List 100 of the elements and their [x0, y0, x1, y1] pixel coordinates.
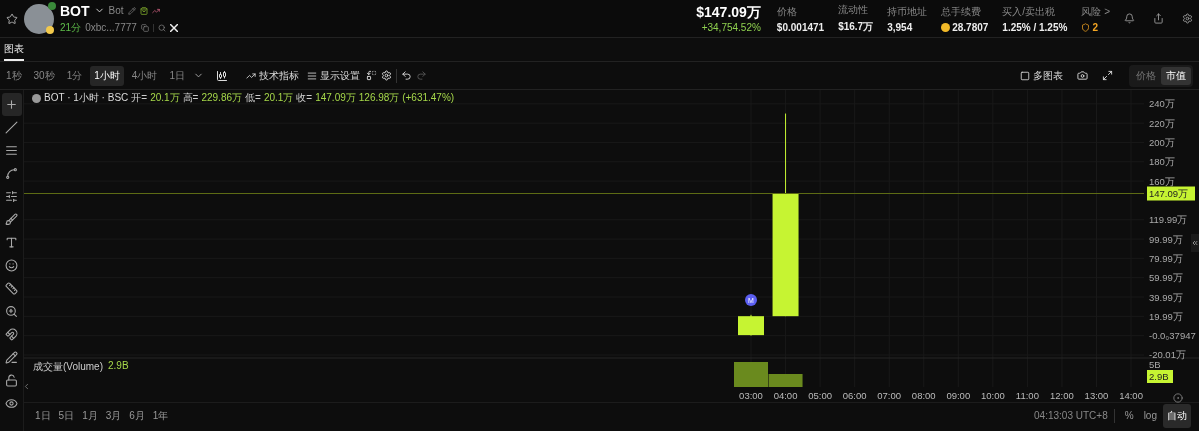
- collapse-button[interactable]: [1191, 234, 1199, 252]
- stat-label: 总手续费: [941, 4, 983, 19]
- time-label: 03:00: [739, 390, 763, 401]
- token-name: Bot: [108, 5, 124, 16]
- axis-label: 180万: [1149, 156, 1175, 168]
- token-avatar: [32, 93, 41, 103]
- interval-button[interactable]: 1分: [62, 65, 87, 86]
- time-label: 05:00: [808, 390, 832, 401]
- interval-button[interactable]: 1小时: [90, 65, 124, 86]
- target-icon[interactable]: [1173, 393, 1183, 403]
- interval-button[interactable]: 4小时: [127, 65, 162, 86]
- legend-value: 20.1万: [263, 91, 294, 105]
- time-label: 13:00: [1084, 390, 1109, 401]
- stat-value: 1.25% / 1.25%: [1002, 21, 1068, 33]
- zoom-in-icon: [5, 305, 18, 318]
- stat-value: $0.001471: [776, 21, 825, 33]
- double-chevron-icon: [1191, 239, 1199, 247]
- axis-label: 160万: [1149, 175, 1175, 187]
- stat-value: 28.7807: [952, 21, 989, 33]
- range-button[interactable]: 1年: [149, 406, 172, 425]
- x-logo-icon[interactable]: [169, 23, 178, 32]
- time-label: 14:00: [1119, 390, 1143, 401]
- checkbox[interactable]: [1020, 70, 1030, 81]
- indicators-button[interactable]: 技术指标: [243, 66, 301, 85]
- drawing-tool-button[interactable]: [1, 93, 22, 116]
- indicator-icon: [245, 70, 256, 81]
- display-settings-button[interactable]: 显示设置: [304, 66, 362, 85]
- crosshair-icon: [5, 98, 18, 111]
- settings-icon[interactable]: [1182, 13, 1193, 24]
- text-icon: [5, 236, 18, 249]
- scale-button[interactable]: 自动: [1163, 403, 1191, 428]
- volume-bars-drawing: [734, 362, 803, 387]
- time-label: 07:00: [877, 390, 902, 401]
- magnet-icon: [5, 328, 18, 341]
- legend-label: 高=: [182, 91, 199, 105]
- range-button[interactable]: 1月: [79, 406, 101, 425]
- time-label: 09:00: [946, 390, 971, 401]
- volume-tag: 2.9B: [1147, 370, 1173, 383]
- range-button[interactable]: 1日: [32, 406, 54, 425]
- time-label: 08:00: [911, 390, 936, 401]
- axis-label: -0.0₀37947: [1149, 330, 1196, 342]
- axis-label: 240万: [1149, 98, 1175, 110]
- volume-label: 成交量(Volume): [33, 360, 103, 374]
- market-cap: $147.09万: [696, 4, 761, 22]
- multi-chart-toggle[interactable]: 多图表: [1018, 66, 1065, 85]
- expand-icon[interactable]: [1102, 70, 1113, 81]
- parallel-lines-icon: [5, 144, 18, 157]
- clock-time: 04:13:03 UTC+8: [1034, 410, 1108, 421]
- contract-address: 0xbc...7777: [85, 22, 137, 33]
- volume-value: 2.9B: [108, 360, 129, 373]
- range-button[interactable]: 6月: [126, 406, 148, 425]
- axis-label: 99.99万: [1149, 233, 1183, 245]
- undo-icon[interactable]: [400, 70, 412, 81]
- unlock-icon: [5, 374, 18, 387]
- bag-icon: [139, 6, 148, 15]
- candlestick-icon[interactable]: [215, 69, 228, 82]
- legend-label: 低=: [245, 91, 261, 105]
- interval-button[interactable]: 30秒: [29, 65, 59, 86]
- axis-label: 19.99万: [1149, 310, 1183, 322]
- levels-icon: [5, 190, 18, 203]
- legend-value: 229.86万: [201, 91, 243, 105]
- range-button[interactable]: 3月: [102, 406, 125, 425]
- bell-icon[interactable]: [1124, 13, 1135, 24]
- coin-icon: [941, 22, 951, 32]
- star-icon[interactable]: [6, 12, 18, 25]
- token-symbol: BOT: [60, 2, 90, 19]
- time-label: 11:00: [1015, 390, 1039, 401]
- axis-label: 5B: [1149, 359, 1161, 370]
- lines-icon: [306, 70, 317, 81]
- stat-label: 流动性: [838, 3, 870, 17]
- path-icon: [5, 167, 18, 180]
- legend-value: 147.09万: [315, 91, 356, 105]
- chevron-left-icon[interactable]: [22, 382, 31, 391]
- stat-value: 2: [1092, 21, 1098, 33]
- interval-button[interactable]: 1秒: [2, 65, 26, 86]
- status-badge: [46, 25, 54, 34]
- stat-value: $16.7万: [838, 20, 874, 34]
- price-tag: 147.09万: [1147, 186, 1195, 201]
- camera-icon[interactable]: [1077, 70, 1088, 81]
- tab[interactable]: 图表: [4, 38, 24, 61]
- line-tool-icon: [5, 121, 18, 134]
- stat-label[interactable]: 风险 >: [1081, 4, 1110, 19]
- scale-button[interactable]: %: [1120, 405, 1138, 426]
- time-label: 12:00: [1050, 390, 1074, 401]
- mode-toggle[interactable]: 价格: [1131, 66, 1161, 85]
- mode-toggle[interactable]: 市值: [1161, 66, 1191, 85]
- legend-value: 20.1万: [150, 91, 180, 105]
- interval-button[interactable]: 1日: [165, 65, 189, 86]
- scale-button[interactable]: log: [1139, 405, 1161, 426]
- ruler-icon: [5, 282, 18, 295]
- time-label: 10:00: [980, 390, 1005, 401]
- range-button[interactable]: 5日: [55, 406, 78, 425]
- search-icon[interactable]: [157, 23, 166, 32]
- stat-value: 3,954: [887, 21, 913, 33]
- axis-label: 220万: [1149, 117, 1175, 129]
- stat-label: 持币地址: [887, 4, 928, 19]
- axis-label: 119.99万: [1149, 214, 1188, 226]
- token-age: 21分: [60, 20, 82, 35]
- share-icon[interactable]: [1153, 13, 1164, 24]
- smiley-icon: [5, 259, 18, 272]
